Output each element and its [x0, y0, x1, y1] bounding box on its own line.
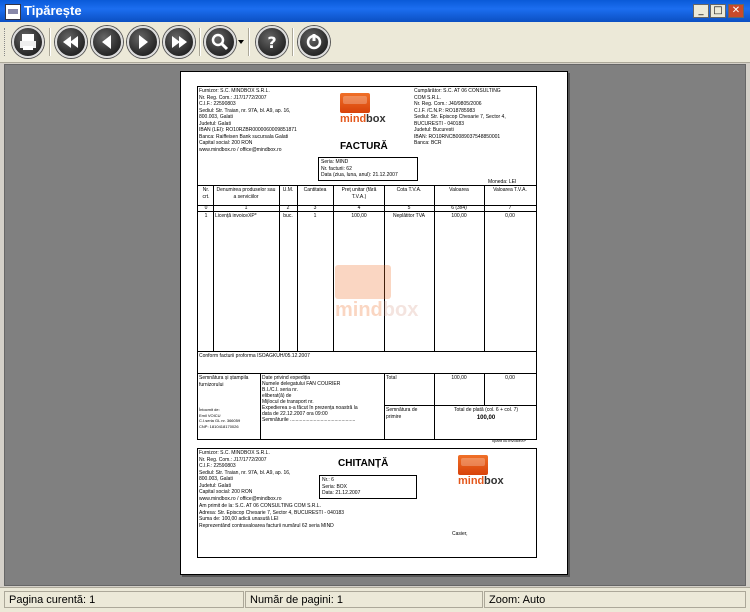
column-header: Valoarea T.V.A.	[493, 187, 527, 193]
previous-page-button[interactable]	[91, 26, 123, 58]
first-page-icon	[63, 36, 78, 48]
table-border	[198, 351, 536, 352]
minimize-button[interactable]: _	[693, 4, 709, 18]
status-current-page: Pagina curentă: 1	[4, 591, 244, 608]
previous-page-icon	[102, 35, 111, 49]
table-cell: 100,00	[451, 213, 467, 219]
toolbar-grip[interactable]	[4, 28, 8, 56]
toolbar: ?	[0, 22, 750, 63]
table-cell: 1	[204, 213, 208, 219]
table-border	[384, 405, 536, 406]
zoom-dropdown-icon[interactable]	[238, 40, 244, 44]
printer-app-icon	[5, 4, 21, 20]
close-preview-button[interactable]	[298, 26, 330, 58]
column-number: 0	[204, 205, 208, 211]
next-page-button[interactable]	[127, 26, 159, 58]
column-header: Cota T.V.A.	[396, 187, 422, 193]
column-header: Nr. crt.	[202, 187, 210, 200]
printed-footer: Tipărit cu invoiceXP	[491, 438, 527, 443]
column-header: Preț unitar (fără T.V.A.)	[341, 187, 377, 200]
column-header: U.M.	[282, 187, 294, 193]
close-power-icon	[306, 34, 322, 50]
table-cell: Licență invoiceXP*	[215, 213, 257, 219]
column-number: 1	[244, 205, 248, 211]
help-button[interactable]: ?	[256, 26, 288, 58]
help-icon: ?	[267, 33, 276, 52]
invoice-title: FACTURĂ	[340, 141, 388, 152]
table-border	[333, 185, 334, 351]
status-bar: Pagina curentă: 1 Număr de pagini: 1 Zoo…	[0, 587, 750, 612]
table-border	[484, 185, 485, 351]
svg-text:?: ?	[267, 33, 276, 52]
column-number: 4	[357, 205, 361, 211]
table-border	[198, 185, 536, 186]
total-vat: 0,00	[505, 375, 515, 381]
receipt-series-box: Nr.: 6 Seria: BOX Data: 21.12.2007	[319, 475, 417, 499]
window-title: Tipărește	[24, 3, 82, 18]
invoice-series-box: Seria: MIND Nr. facturii: 62 Data (ziua, l…	[318, 157, 418, 181]
print-button[interactable]	[12, 26, 44, 58]
toolbar-separator	[199, 28, 201, 56]
column-number: 2	[286, 205, 290, 211]
cashier-label: Casier,	[452, 531, 468, 537]
table-cell: buc.	[283, 213, 293, 219]
maximize-button[interactable]: □	[710, 4, 726, 18]
last-page-icon	[172, 36, 187, 48]
zoom-button[interactable]	[204, 26, 236, 58]
preview-page: Furnizor: S.C. MINDBOX S.R.L. Nr. Reg. Co…	[180, 71, 568, 575]
total-value: 100,00	[451, 375, 467, 381]
invoice: Furnizor: S.C. MINDBOX S.R.L. Nr. Reg. Co…	[197, 86, 537, 440]
receipt-supplier-block: Furnizor: S.C. MINDBOX S.R.L. Nr. Reg. Co…	[199, 450, 291, 502]
receipt-signature-label: Semnătura de primire	[386, 407, 418, 420]
table-border	[484, 373, 485, 405]
table-border	[198, 373, 536, 374]
column-header: Cantitatea	[303, 187, 327, 193]
table-cell: 100,00	[351, 213, 367, 219]
toolbar-separator	[292, 28, 294, 56]
table-border	[434, 373, 435, 439]
issuer-block: Întocmit de: Emil VOICU C.I.seria GL nr. 3…	[199, 407, 241, 429]
table-border	[213, 185, 214, 351]
zoom-icon	[211, 33, 229, 51]
table-cell: Neplătitor TVA	[392, 213, 426, 219]
mindbox-logo: mind box	[458, 455, 520, 489]
table-cell: 0,00	[505, 213, 515, 219]
grand-total-label: Total de plată (col. 6 + col. 7)	[453, 407, 519, 413]
receipt-body: Am primit de la: S.C. AT 06 CONSULTING C…	[199, 503, 345, 529]
close-button[interactable]: ✕	[728, 4, 744, 18]
total-label: Total	[386, 375, 397, 381]
title-bar: Tipărește _ □ ✕	[0, 0, 750, 22]
column-number: 6 (3x4)	[451, 205, 467, 211]
status-zoom: Zoom: Auto	[484, 591, 746, 608]
mindbox-logo: mind box	[340, 93, 402, 127]
receipt-title: CHITANȚĂ	[338, 458, 389, 469]
signature-label: Semnătura și ștampila furnizorului	[199, 375, 249, 388]
last-page-button[interactable]	[163, 26, 195, 58]
status-page-count: Număr de pagini: 1	[245, 591, 483, 608]
shipping-block: Date privind expediția Numele delegatului…	[262, 375, 358, 423]
table-cell: 1	[313, 213, 317, 219]
proforma-note: Conform facturii proforma ISOAGKUH/05.12…	[199, 353, 310, 359]
column-number: 5	[407, 205, 411, 211]
column-number: 7	[508, 205, 512, 211]
table-border	[260, 373, 261, 439]
watermark-logo: mindbox	[335, 265, 435, 325]
receipt: Furnizor: S.C. MINDBOX S.R.L. Nr. Reg. Co…	[197, 448, 537, 558]
grand-total-value: 100,00	[476, 415, 496, 421]
column-header: Denumirea produselor sau a serviciilor	[216, 187, 276, 200]
toolbar-separator	[248, 28, 250, 56]
next-page-icon	[139, 35, 148, 49]
buyer-block: Cumpărător: S.C. AT 06 CONSULTING COM S.R…	[414, 88, 506, 146]
column-header: Valoarea	[449, 187, 469, 193]
first-page-button[interactable]	[55, 26, 87, 58]
table-border	[384, 373, 385, 439]
column-number: 3	[313, 205, 317, 211]
print-icon	[20, 34, 36, 50]
toolbar-separator	[49, 28, 51, 56]
supplier-block: Furnizor: S.C. MINDBOX S.R.L. Nr. Reg. Co…	[199, 88, 297, 153]
